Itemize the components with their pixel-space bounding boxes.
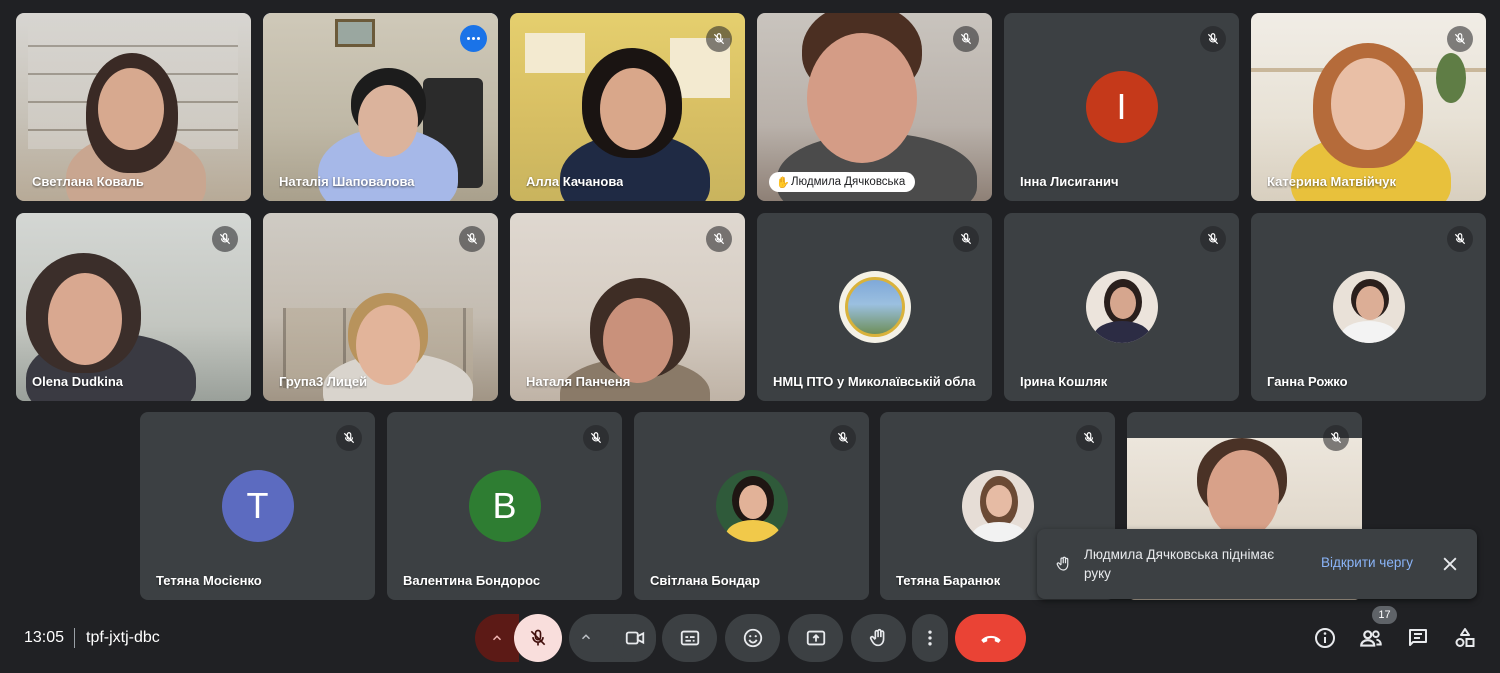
participant-name: Наталія Шаповалова — [279, 174, 415, 189]
mic-off-icon — [706, 26, 732, 52]
reactions-button[interactable] — [725, 614, 780, 662]
emoji-icon — [743, 628, 762, 648]
participant-tile[interactable]: I Інна Лисиганич — [1004, 13, 1239, 201]
raise-hand-button[interactable] — [851, 614, 906, 662]
chat-button[interactable] — [1404, 624, 1432, 652]
participant-name: Світлана Бондар — [650, 573, 760, 588]
participant-tile[interactable]: Наталя Панченя — [510, 213, 745, 401]
info-icon — [1315, 628, 1335, 648]
more-vert-icon — [928, 630, 932, 646]
mic-off-icon — [583, 425, 609, 451]
camera-toggle-button[interactable] — [613, 614, 656, 662]
participant-name: Наталя Панченя — [526, 374, 631, 389]
chat-icon — [1409, 629, 1427, 646]
mic-off-icon — [1200, 226, 1226, 252]
mic-off-icon — [1076, 425, 1102, 451]
leave-call-button[interactable] — [955, 614, 1026, 662]
mic-off-icon — [1447, 26, 1473, 52]
camera-icon — [625, 631, 644, 645]
participant-tile[interactable]: B Валентина Бондорос — [387, 412, 622, 600]
participant-tile[interactable]: Алла Качанова — [510, 13, 745, 201]
participants-button[interactable] — [1357, 624, 1385, 652]
mic-off-icon — [830, 425, 856, 451]
participant-tile[interactable]: НМЦ ПТО у Миколаївській обла — [757, 213, 992, 401]
more-options-button[interactable] — [460, 25, 487, 52]
meeting-details-button[interactable] — [1311, 624, 1339, 652]
participant-tile[interactable]: ✋ Людмила Дячковська — [757, 13, 992, 201]
participant-name: Алла Качанова — [526, 174, 624, 189]
meeting-code: tpf-jxtj-dbc — [86, 629, 160, 646]
mic-off-icon — [1323, 425, 1349, 451]
notification-message: Людмила Дячковська піднімає руку — [1084, 547, 1275, 581]
participant-name: ✋ Людмила Дячковська — [769, 172, 916, 192]
mic-off-icon — [530, 629, 546, 646]
participant-tile-active-speaker[interactable]: Наталія Шаповалова — [263, 13, 498, 201]
captions-button[interactable] — [662, 614, 717, 662]
participant-name: Інна Лисиганич — [1020, 174, 1119, 189]
activities-button[interactable] — [1451, 624, 1479, 652]
shapes-icon — [1455, 628, 1475, 647]
present-screen-button[interactable] — [788, 614, 843, 662]
hand-raised-icon: ✋ — [776, 177, 790, 189]
end-call-icon — [980, 635, 1001, 643]
chevron-up-icon[interactable] — [579, 630, 593, 644]
avatar — [715, 470, 788, 542]
participant-tile[interactable]: Ірина Кошляк — [1004, 213, 1239, 401]
meet-window: Светлана Коваль Наталія Шаповалова Алла … — [0, 0, 1500, 673]
mic-off-icon — [953, 226, 979, 252]
participant-tile[interactable]: Ганна Рожко — [1251, 213, 1486, 401]
mic-off-icon — [1447, 226, 1473, 252]
participant-name: Група3 Лицей — [279, 374, 368, 389]
open-queue-link[interactable]: Відкрити чергу — [1321, 555, 1413, 570]
more-options-button[interactable] — [912, 614, 948, 662]
meeting-clock: 13:05 — [24, 629, 65, 646]
audio-options-button[interactable] — [475, 614, 519, 662]
participant-name: Тетяна Мосієнко — [156, 573, 262, 588]
microphone-control — [475, 614, 562, 662]
video-feed — [16, 13, 251, 201]
captions-icon — [680, 630, 699, 646]
participant-tile[interactable]: T Тетяна Мосієнко — [140, 412, 375, 600]
participant-name: Olena Dudkina — [32, 374, 124, 389]
avatar: I — [1085, 71, 1158, 143]
mic-off-icon — [459, 226, 485, 252]
mic-off-icon — [212, 226, 238, 252]
participant-count-badge: 17 — [1372, 606, 1397, 624]
close-icon[interactable] — [1440, 554, 1460, 574]
mic-off-icon — [336, 425, 362, 451]
mic-off-icon — [1200, 26, 1226, 52]
participant-name: Катерина Матвійчук — [1267, 174, 1397, 189]
participant-name: НМЦ ПТО у Миколаївській обла — [773, 374, 976, 389]
divider — [74, 628, 75, 648]
camera-control — [569, 614, 656, 662]
mic-off-icon — [953, 26, 979, 52]
participant-tile[interactable]: Світлана Бондар — [634, 412, 869, 600]
participant-tile[interactable]: Група3 Лицей — [263, 213, 498, 401]
avatar: B — [468, 470, 541, 542]
participant-tile[interactable]: Olena Dudkina — [16, 213, 251, 401]
raise-hand-notification: Людмила Дячковська піднімає руку Відкрит… — [1037, 529, 1477, 599]
mic-off-icon — [706, 226, 732, 252]
participant-tile[interactable]: Светлана Коваль — [16, 13, 251, 201]
hand-icon — [1056, 556, 1069, 571]
avatar — [961, 470, 1034, 542]
chevron-up-icon — [492, 635, 502, 641]
participant-name: Ірина Кошляк — [1020, 374, 1108, 389]
participant-name: Тетяна Баранюк — [896, 573, 1001, 588]
avatar — [838, 271, 911, 343]
participant-name: Ганна Рожко — [1267, 374, 1348, 389]
hand-icon — [869, 628, 884, 647]
participant-name: Валентина Бондорос — [403, 573, 541, 588]
present-icon — [806, 630, 825, 646]
participant-name: Светлана Коваль — [32, 174, 144, 189]
avatar — [1332, 271, 1405, 343]
people-icon — [1360, 630, 1382, 647]
avatar: T — [221, 470, 294, 542]
avatar — [1085, 271, 1158, 343]
participant-tile[interactable]: Катерина Матвійчук — [1251, 13, 1486, 201]
unmute-microphone-button[interactable] — [514, 614, 562, 662]
